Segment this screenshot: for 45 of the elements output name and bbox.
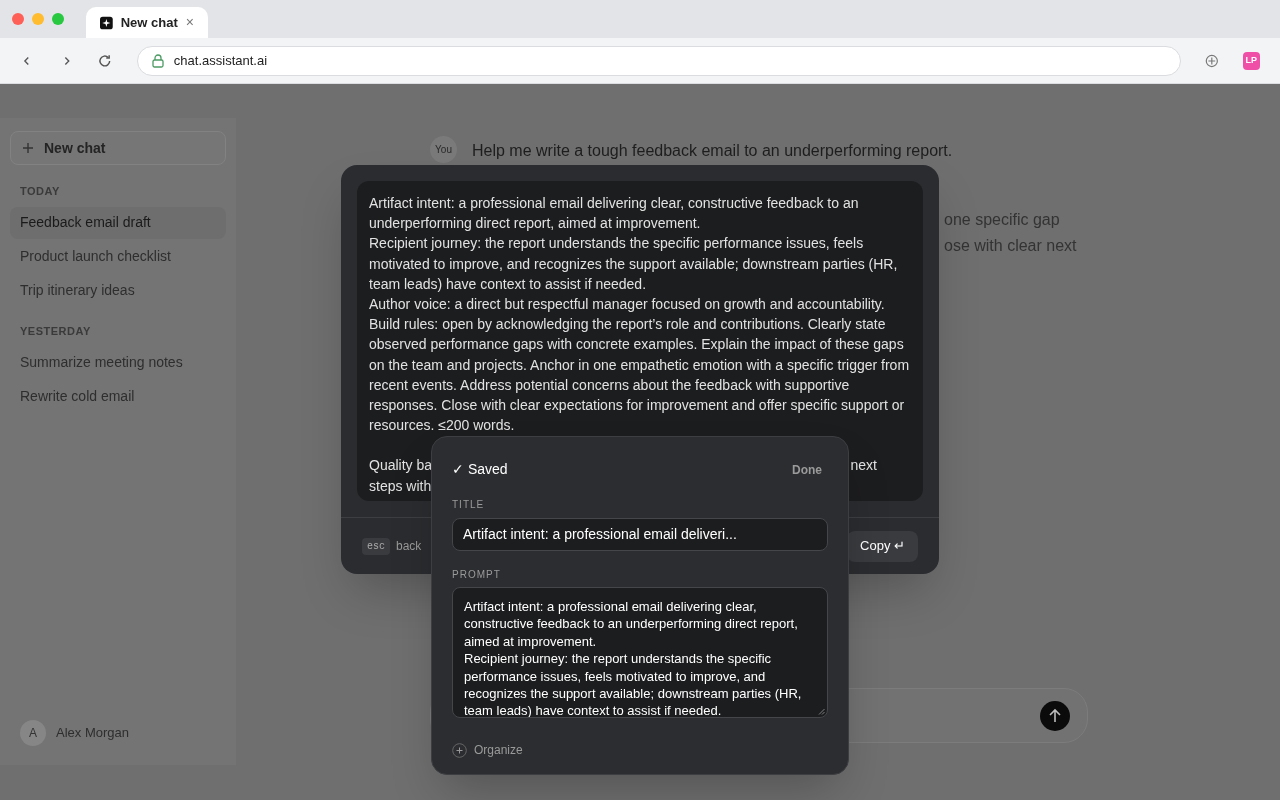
resize-grip-icon[interactable]: [818, 708, 825, 715]
prompt-paragraph: Artifact intent: a professional email delivering clear, constructive feedback to an underperforming direct report, aimed at improvement.: [369, 194, 860, 234]
prompt-paragraph: Artifact intent: a professional email delivering clear, constructive feedback to an underperforming direct report, aimed at improvement.: [464, 598, 799, 651]
lock-icon: [151, 53, 164, 68]
user-name: Alex Morgan: [56, 724, 129, 743]
field-label: PROMPT: [452, 568, 502, 582]
prompt-paragraph: Recipient journey: the report understands the specific performance issues, feels motivated to improve, and recognizes the support available; downstream parties (HR, team leads) have context to assist if needed.: [369, 234, 899, 294]
browser-tab[interactable]: New chat ×: [86, 7, 208, 38]
address-bar[interactable]: chat.assistant.ai: [136, 45, 1181, 76]
title-field[interactable]: Artifact intent: a professional email deliveri...: [452, 518, 828, 551]
chat-history-item[interactable]: Summarize meeting notes: [10, 346, 226, 378]
url-text: chat.assistant.ai: [173, 51, 268, 70]
assistant-message-fragment: one specific gap: [944, 210, 1060, 230]
user-message: Help me write a tough feedback email to an underperforming report.: [472, 141, 953, 161]
chat-history-item[interactable]: Trip itinerary ideas: [10, 274, 226, 307]
assistant-message-fragment: ose with clear next: [944, 236, 1077, 256]
add-circle-icon[interactable]: [1204, 53, 1219, 68]
section-label: YESTERDAY: [19, 323, 92, 339]
close-tab-button[interactable]: ×: [185, 12, 194, 33]
reload-icon[interactable]: [97, 52, 113, 69]
prompt-paragraph: Build rules: open by acknowledging the report’s role and contributions. Clearly state observed performance gaps with concrete examples. Explain the impact of these gaps on the team and projects. Anchor in one empathetic emotion with a specific trigger from recent events. Address potential concerns about the feedback with supportive responses. Close with clear expectations for improvement and offer specific support or resources. ≤200 words.: [369, 315, 911, 436]
prompt-text-fragment: steps with: [369, 476, 432, 496]
back-hint: back: [396, 538, 422, 555]
prompt-text-fragment: Quality ba: [369, 456, 433, 476]
copy-button[interactable]: Copy ↵: [847, 530, 918, 562]
user-avatar: You: [430, 136, 457, 163]
plus-circle-icon: [452, 742, 467, 758]
sparkle-icon: [100, 15, 113, 30]
field-label: TITLE: [452, 498, 486, 512]
send-button[interactable]: [1040, 700, 1070, 731]
tab-title: New chat: [120, 13, 178, 32]
chat-history-item[interactable]: Product launch checklist: [10, 240, 226, 273]
section-label: TODAY: [19, 184, 61, 199]
new-chat-button[interactable]: New chat: [10, 131, 226, 165]
prompt-paragraph: Author voice: a direct but respectful manager focused on growth and accountability.: [369, 295, 886, 314]
esc-key: esc: [362, 537, 390, 555]
organize-button[interactable]: Organize: [452, 741, 523, 759]
extension-button[interactable]: LP: [1242, 51, 1260, 70]
chat-history-item[interactable]: Feedback email draft: [10, 206, 226, 239]
plus-icon: [22, 142, 34, 154]
saved-status: ✓ Saved: [452, 460, 508, 479]
user-avatar: A: [20, 720, 46, 746]
chat-history-item[interactable]: Rewrite cold email: [10, 380, 226, 412]
done-button[interactable]: Done: [792, 460, 822, 479]
prompt-text-fragment: next: [850, 456, 877, 476]
